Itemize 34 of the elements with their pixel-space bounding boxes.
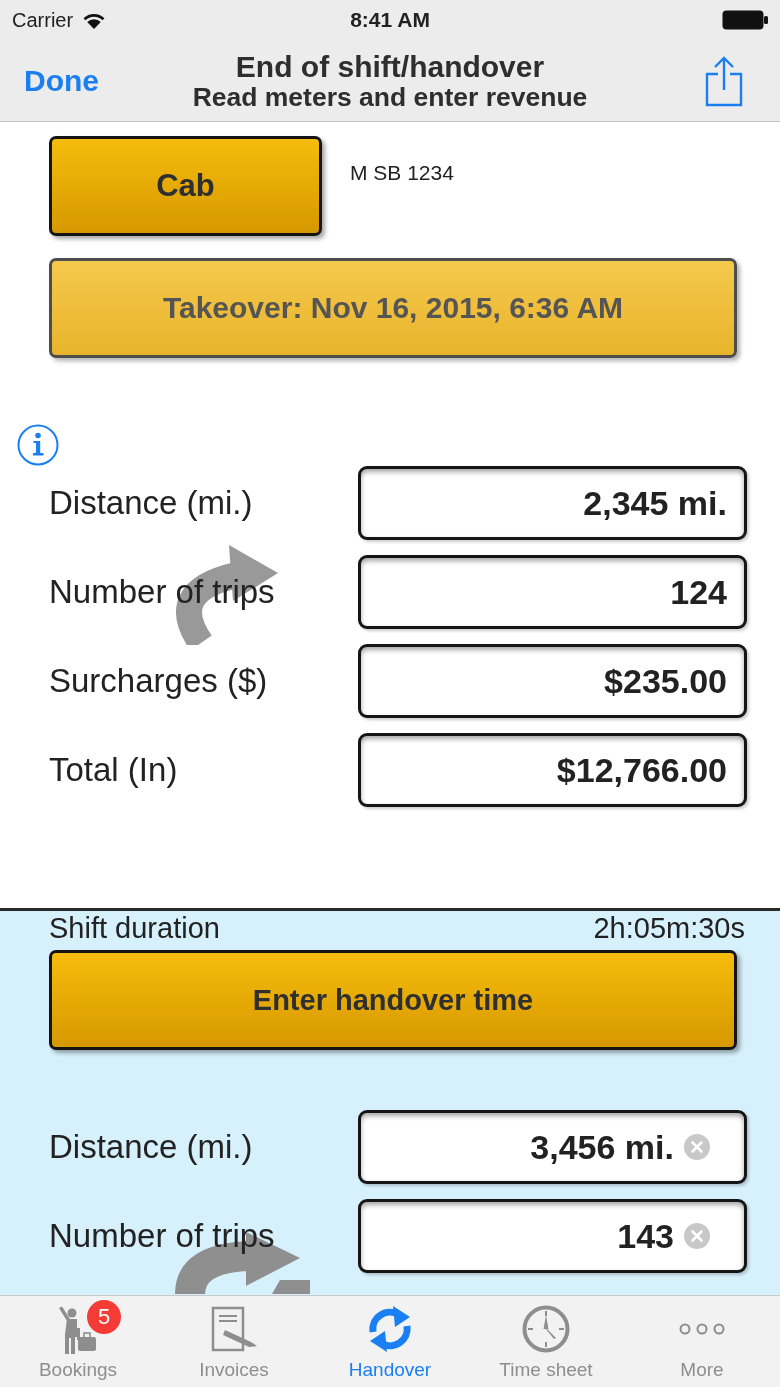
document-pen-icon (211, 1306, 257, 1352)
field-label: Surcharges ($) (49, 662, 268, 700)
carrier-name: Carrier (12, 8, 74, 32)
field-label: Number of trips (49, 1217, 275, 1255)
input-field[interactable]: 143 (358, 1199, 747, 1273)
person-luggage-icon (58, 1304, 98, 1354)
duration-value: 2h:05m:30s (593, 911, 745, 945)
duration-label: Shift duration (49, 911, 220, 945)
field-label: Distance (mi.) (49, 1128, 253, 1166)
share-icon[interactable] (705, 54, 743, 107)
wifi-icon (82, 11, 107, 29)
input-field[interactable]: 124 (358, 555, 747, 629)
nav-title: End of shift/handover (235, 50, 545, 83)
field-label: Total (In) (49, 751, 178, 789)
input-field[interactable]: $12,766.00 (358, 733, 747, 807)
done-button[interactable]: Done (24, 63, 99, 98)
field-label: Distance (mi.) (49, 484, 253, 522)
tab-bar-item[interactable]: Handover (312, 1296, 468, 1387)
handover-time-button[interactable]: Enter handover time (49, 950, 737, 1050)
notification-badge: 5 (87, 1300, 121, 1334)
input-field[interactable]: $235.00 (358, 644, 747, 718)
sync-icon (366, 1305, 414, 1353)
info-icon[interactable] (17, 424, 59, 466)
tab-bar-item[interactable]: 5 Bookings (0, 1296, 156, 1387)
input-field[interactable]: 3,456 mi. (358, 1110, 747, 1184)
vehicle-button[interactable]: Cab (49, 136, 322, 236)
ellipsis-icon (679, 1323, 725, 1335)
nav-subtitle: Read meters and enter revenue (192, 82, 588, 111)
input-field[interactable]: 2,345 mi. (358, 466, 747, 540)
takeover-time-button[interactable]: Takeover: Nov 16, 2015, 6:36 AM (49, 258, 737, 358)
battery-icon (722, 10, 768, 30)
vehicle-plate: M SB 1234 (350, 161, 454, 185)
clock-icon (522, 1305, 570, 1353)
status-time: 8:41 AM (350, 8, 430, 32)
